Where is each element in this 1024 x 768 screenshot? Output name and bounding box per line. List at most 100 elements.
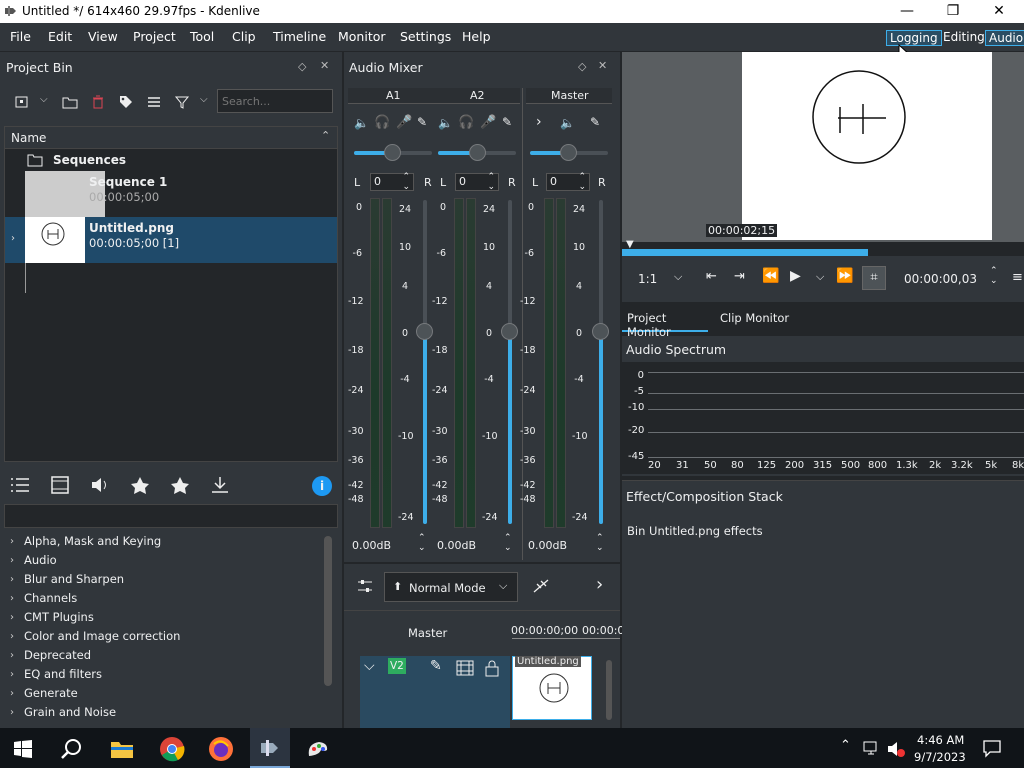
effect-category[interactable]: Audio (24, 553, 57, 567)
search-icon[interactable] (60, 737, 84, 761)
tab-project-monitor[interactable]: Project Monitor (622, 304, 708, 339)
razor-icon[interactable] (532, 578, 550, 594)
project-monitor-view[interactable]: 00:00:02;15 (622, 52, 1024, 242)
chevron-right-icon[interactable]: › (10, 688, 14, 699)
restore-button[interactable]: ❐ (930, 0, 976, 23)
set-in-point-icon[interactable]: ⇤ (706, 269, 717, 284)
chevron-right-icon[interactable]: › (596, 574, 603, 595)
effect-category[interactable]: EQ and filters (24, 667, 102, 681)
playhead-icon[interactable]: ▼ (626, 239, 634, 250)
folder-icon[interactable] (62, 94, 78, 110)
volume-knob-master[interactable] (592, 323, 609, 340)
mute-icon[interactable]: 🔈 (438, 116, 453, 130)
close-button[interactable]: ✕ (976, 0, 1022, 23)
effect-category[interactable]: Alpha, Mask and Keying (24, 534, 161, 548)
audio-effects-icon[interactable] (90, 476, 110, 494)
network-icon[interactable] (862, 740, 882, 758)
chevron-down-icon[interactable]: ⌵ (200, 94, 208, 105)
effects-wand-icon[interactable]: ✎ (430, 658, 442, 674)
menu-tool[interactable]: Tool (190, 29, 214, 44)
microphone-icon[interactable]: 🎤 (396, 115, 412, 130)
menu-icon[interactable] (146, 94, 162, 110)
lock-icon[interactable] (484, 659, 500, 677)
record-icon[interactable]: ✎ (590, 115, 600, 129)
chevron-right-icon[interactable]: › (10, 593, 14, 604)
scrollbar[interactable] (606, 660, 612, 720)
menu-edit[interactable]: Edit (48, 29, 72, 44)
tag-icon[interactable] (118, 94, 134, 110)
minimize-button[interactable]: — (884, 0, 930, 23)
db-spinner-icon[interactable]: ⌃ ⌄ (504, 533, 512, 553)
volume-knob-a1[interactable] (416, 323, 433, 340)
custom-effects-icon[interactable] (130, 476, 150, 494)
gain-spinbox-a2[interactable]: 0 ⌃ ⌄ (455, 172, 499, 192)
chrome-icon[interactable] (159, 736, 185, 762)
workspace-audio[interactable]: Audio (985, 30, 1024, 46)
effect-category[interactable]: CMT Plugins (24, 610, 94, 624)
chevron-down-icon[interactable]: ⌵ (816, 270, 824, 284)
track-header-v2[interactable]: ⌵ V2 ✎ (360, 656, 510, 728)
db-spinner-icon[interactable]: ⌃ ⌄ (418, 533, 426, 553)
timecode-spinner-icon[interactable]: ⌃ ⌄ (990, 266, 998, 286)
chevron-right-icon[interactable]: › (10, 555, 14, 566)
clock-time[interactable]: 4:46 AM (917, 733, 964, 747)
favorite-star-icon[interactable] (170, 476, 190, 494)
filter-icon[interactable] (174, 94, 190, 110)
chevron-right-icon[interactable]: › (10, 574, 14, 585)
volume-muted-icon[interactable] (886, 740, 906, 758)
chevron-right-icon[interactable]: › (10, 650, 14, 661)
workspace-editing[interactable]: Editing (940, 30, 988, 46)
chevron-right-icon[interactable]: › (536, 114, 542, 130)
info-icon[interactable]: i (312, 476, 332, 496)
rewind-icon[interactable]: ⏪ (762, 268, 779, 284)
folder-row[interactable]: Sequences (25, 151, 337, 169)
delete-icon[interactable] (90, 94, 106, 110)
pan-knob-a2[interactable] (469, 144, 486, 161)
effect-category[interactable]: Generate (24, 686, 78, 700)
volume-knob-a2[interactable] (501, 323, 518, 340)
monitor-timecode[interactable]: 00:00:00,03 (904, 272, 977, 286)
play-icon[interactable]: ▶ (790, 268, 801, 284)
zoom-value[interactable]: 1:1 (638, 272, 657, 286)
chevron-up-icon[interactable]: ⌃ (840, 738, 851, 753)
chevron-right-icon[interactable]: › (10, 669, 14, 680)
tab-clip-monitor[interactable]: Clip Monitor (710, 304, 790, 332)
paint-icon[interactable] (305, 736, 331, 762)
workspace-logging[interactable]: Logging (886, 30, 942, 46)
effects-search-input[interactable] (4, 504, 338, 528)
menu-help[interactable]: Help (462, 29, 491, 44)
monitor-ruler[interactable]: ▼ (622, 239, 1024, 256)
mute-icon[interactable]: 🔈 (560, 116, 575, 130)
effect-category[interactable]: Deprecated (24, 648, 91, 662)
record-icon[interactable]: ✎ (417, 115, 427, 129)
list-item[interactable]: Sequence 1 00:00:05;00 (25, 171, 337, 217)
chevron-right-icon[interactable]: › (10, 631, 14, 642)
crop-icon[interactable]: ⌗ (862, 266, 886, 290)
mute-icon[interactable]: 🔈 (354, 116, 369, 130)
close-panel-icon[interactable]: ✕ (320, 59, 329, 72)
menu-clip[interactable]: Clip (232, 29, 256, 44)
chevron-right-icon[interactable]: › (10, 707, 14, 718)
clock-date[interactable]: 9/7/2023 (914, 750, 966, 764)
menu-icon[interactable]: ≡ (1012, 270, 1023, 285)
firefox-icon[interactable] (208, 736, 234, 762)
pan-knob-a1[interactable] (384, 144, 401, 161)
effect-category[interactable]: Color and Image correction (24, 629, 180, 643)
effect-category[interactable]: Blur and Sharpen (24, 572, 124, 586)
notifications-icon[interactable] (982, 738, 1002, 758)
film-icon[interactable] (456, 660, 474, 676)
chevron-down-icon[interactable]: ⌵ (364, 658, 375, 674)
bin-search-input[interactable] (217, 89, 333, 113)
chevron-down-icon[interactable]: ⌵ (40, 94, 48, 105)
microphone-icon[interactable]: 🎤 (480, 115, 496, 130)
menu-file[interactable]: File (10, 29, 31, 44)
fast-forward-icon[interactable]: ⏩ (836, 268, 853, 284)
chevron-up-icon[interactable]: ⌃ (321, 129, 330, 142)
menu-monitor[interactable]: Monitor (338, 29, 386, 44)
kdenlive-taskbar-button[interactable] (250, 728, 290, 768)
video-effects-icon[interactable] (50, 476, 70, 494)
gain-spinbox-master[interactable]: 0 ⌃ ⌄ (546, 172, 590, 192)
effect-category[interactable]: Grain and Noise (24, 705, 116, 719)
chevron-down-icon[interactable]: ⌵ (674, 270, 682, 284)
timeline-mode-select[interactable]: ⬆ Normal Mode ⌵ (384, 572, 518, 602)
